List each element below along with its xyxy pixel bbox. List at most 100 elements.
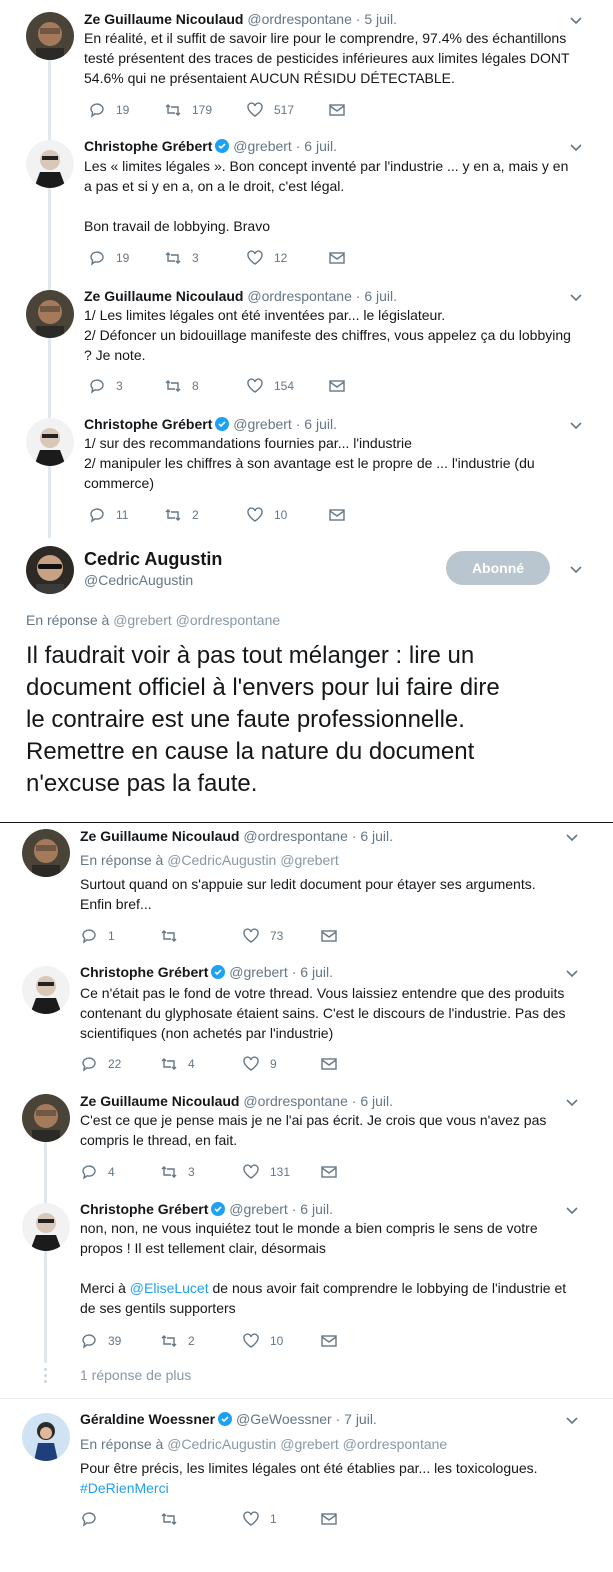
direct-message-button[interactable] xyxy=(320,1054,348,1074)
author-handle[interactable]: @grebert xyxy=(229,1201,288,1217)
avatar[interactable] xyxy=(26,290,74,338)
avatar[interactable] xyxy=(26,546,74,594)
reply-to-link[interactable]: @CedricAugustin @grebert xyxy=(167,852,339,868)
chevron-down-icon[interactable] xyxy=(568,139,584,155)
follow-button[interactable]: Abonné xyxy=(446,551,550,585)
avatar[interactable] xyxy=(26,418,74,466)
reply-button[interactable]: 19 xyxy=(88,248,129,268)
timestamp[interactable]: 6 juil. xyxy=(304,416,337,432)
avatar[interactable] xyxy=(26,140,74,188)
direct-message-button[interactable] xyxy=(328,248,356,268)
direct-message-button[interactable] xyxy=(320,926,348,946)
reply-icon xyxy=(82,1165,96,1180)
timestamp[interactable]: 6 juil. xyxy=(360,1093,393,1109)
retweet-button[interactable] xyxy=(160,1509,188,1529)
show-more-replies-link[interactable]: 1 réponse de plus xyxy=(80,1367,191,1383)
author-name[interactable]: Christophe Grébert xyxy=(84,138,212,154)
author-handle[interactable]: @grebert xyxy=(233,138,292,154)
avatar[interactable] xyxy=(22,1203,70,1251)
reply-context: En réponse à @CedricAugustin @grebert xyxy=(80,852,339,868)
reply-button[interactable]: 1 xyxy=(80,926,115,946)
avatar[interactable] xyxy=(22,829,70,877)
tweet-text: Les « limites légales ». Bon concept inv… xyxy=(84,158,569,234)
separator: · xyxy=(335,1411,341,1427)
author-name[interactable]: Ze Guillaume Nicoulaud xyxy=(80,828,239,844)
like-button[interactable]: 517 xyxy=(246,100,294,120)
direct-message-button[interactable] xyxy=(320,1162,348,1182)
like-button[interactable]: 10 xyxy=(242,1331,283,1351)
avatar[interactable] xyxy=(26,12,74,60)
author-handle[interactable]: @GeWoessner xyxy=(236,1411,332,1427)
direct-message-button[interactable] xyxy=(328,505,356,525)
author-name[interactable]: Christophe Grébert xyxy=(80,964,208,980)
timestamp[interactable]: 6 juil. xyxy=(304,138,337,154)
chevron-down-icon[interactable] xyxy=(564,965,580,981)
avatar[interactable] xyxy=(22,966,70,1014)
chevron-down-icon[interactable] xyxy=(568,417,584,433)
author-name[interactable]: Christophe Grébert xyxy=(80,1201,208,1217)
direct-message-button[interactable] xyxy=(320,1509,348,1529)
hashtag-link[interactable]: #DeRienMerci xyxy=(80,1480,169,1496)
retweet-icon xyxy=(161,1058,177,1070)
mention-link[interactable]: @EliseLucet xyxy=(130,1280,209,1296)
direct-message-button[interactable] xyxy=(328,100,356,120)
chevron-down-icon[interactable] xyxy=(564,1412,580,1428)
direct-message-button[interactable] xyxy=(320,1331,348,1351)
like-button[interactable]: 131 xyxy=(242,1162,290,1182)
author-handle[interactable]: @ordrespontane xyxy=(243,828,348,844)
author-name[interactable]: Cedric Augustin xyxy=(84,548,222,570)
reply-button[interactable]: 19 xyxy=(88,100,129,120)
chevron-down-icon[interactable] xyxy=(564,1202,580,1218)
author-handle[interactable]: @CedricAugustin xyxy=(84,571,193,589)
like-button[interactable]: 9 xyxy=(242,1054,277,1074)
chevron-down-icon[interactable] xyxy=(564,829,580,845)
retweet-button[interactable]: 4 xyxy=(160,1054,195,1074)
chevron-down-icon[interactable] xyxy=(568,12,584,28)
retweet-button[interactable]: 8 xyxy=(164,376,199,396)
like-button[interactable]: 1 xyxy=(242,1509,277,1529)
timestamp[interactable]: 5 juil. xyxy=(364,11,397,27)
retweet-button[interactable]: 3 xyxy=(160,1162,195,1182)
chevron-down-icon[interactable] xyxy=(568,289,584,305)
retweet-button[interactable]: 3 xyxy=(164,248,199,268)
retweet-button[interactable] xyxy=(160,926,188,946)
author-name[interactable]: Christophe Grébert xyxy=(84,416,212,432)
timestamp[interactable]: 6 juil. xyxy=(364,288,397,304)
author-name[interactable]: Ze Guillaume Nicoulaud xyxy=(84,288,243,304)
heart-icon xyxy=(243,928,259,943)
reply-button[interactable]: 22 xyxy=(80,1054,121,1074)
reply-button[interactable]: 4 xyxy=(80,1162,115,1182)
retweet-icon xyxy=(165,252,181,264)
direct-message-button[interactable] xyxy=(328,376,356,396)
reply-to-link[interactable]: @grebert @ordrespontane xyxy=(113,612,280,628)
author-name[interactable]: Ze Guillaume Nicoulaud xyxy=(80,1093,239,1109)
reply-to-link[interactable]: @CedricAugustin @grebert @ordrespontane xyxy=(167,1436,447,1452)
retweet-button[interactable]: 2 xyxy=(160,1331,195,1351)
chevron-down-icon[interactable] xyxy=(568,561,584,577)
retweet-button[interactable]: 2 xyxy=(164,505,199,525)
like-button[interactable]: 73 xyxy=(242,926,283,946)
chevron-down-icon[interactable] xyxy=(564,1094,580,1110)
timestamp[interactable]: 7 juil. xyxy=(344,1411,377,1427)
author-handle[interactable]: @grebert xyxy=(229,964,288,980)
author-handle[interactable]: @ordrespontane xyxy=(247,288,352,304)
reply-button[interactable] xyxy=(80,1509,108,1529)
reply-button[interactable]: 39 xyxy=(80,1331,121,1351)
author-name[interactable]: Ze Guillaume Nicoulaud xyxy=(84,11,243,27)
reply-button[interactable]: 11 xyxy=(88,505,128,525)
like-button[interactable]: 10 xyxy=(246,505,287,525)
like-button[interactable]: 12 xyxy=(246,248,287,268)
avatar[interactable] xyxy=(22,1413,70,1461)
like-button[interactable]: 154 xyxy=(246,376,294,396)
heart-icon xyxy=(243,1164,259,1179)
avatar[interactable] xyxy=(22,1094,70,1142)
author-handle[interactable]: @ordrespontane xyxy=(247,11,352,27)
author-handle[interactable]: @ordrespontane xyxy=(243,1093,348,1109)
timestamp[interactable]: 6 juil. xyxy=(300,1201,333,1217)
retweet-button[interactable]: 179 xyxy=(164,100,212,120)
author-handle[interactable]: @grebert xyxy=(233,416,292,432)
timestamp[interactable]: 6 juil. xyxy=(360,828,393,844)
timestamp[interactable]: 6 juil. xyxy=(300,964,333,980)
reply-button[interactable]: 3 xyxy=(88,376,123,396)
author-name[interactable]: Géraldine Woessner xyxy=(80,1411,215,1427)
